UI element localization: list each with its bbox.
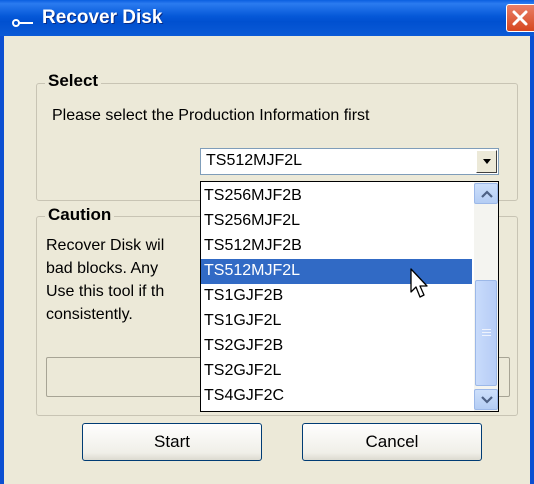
window-title: Recover Disk bbox=[42, 7, 163, 28]
grip-line bbox=[482, 335, 491, 336]
window-frame-right bbox=[530, 36, 534, 484]
dropdown-scrollbar[interactable] bbox=[474, 182, 498, 411]
caution-legend: Caution bbox=[45, 205, 115, 225]
recover-disk-window: Recover Disk Select Please select the Pr… bbox=[0, 0, 534, 484]
cancel-button[interactable]: Cancel bbox=[302, 423, 482, 461]
grip-line bbox=[482, 332, 491, 333]
caution-text-line: Recover Disk wil bbox=[46, 237, 165, 254]
mouse-pointer-icon bbox=[410, 268, 432, 305]
dropdown-option[interactable]: TS256MJF2L bbox=[201, 209, 472, 234]
scroll-down-button[interactable] bbox=[474, 389, 498, 410]
dropdown-option[interactable]: TS2GJF2L bbox=[201, 359, 472, 384]
dropdown-list[interactable]: TS256MJF2B TS256MJF2L TS512MJF2B TS512MJ… bbox=[200, 181, 499, 412]
dropdown-option[interactable]: TS1GJF2L bbox=[201, 309, 472, 334]
title-bar[interactable]: Recover Disk bbox=[0, 0, 534, 36]
window-frame-left bbox=[0, 36, 4, 484]
scroll-up-button[interactable] bbox=[474, 183, 498, 204]
production-info-combo[interactable]: TS512MJF2L bbox=[200, 148, 499, 175]
caution-text-line: consistently. bbox=[46, 306, 133, 323]
select-legend: Select bbox=[45, 71, 102, 91]
dropdown-option[interactable]: TS4GJF2C bbox=[201, 384, 472, 409]
combo-selected-value: TS512MJF2L bbox=[206, 152, 303, 169]
select-instruction: Please select the Production Information… bbox=[52, 107, 370, 124]
grip-line bbox=[482, 329, 491, 330]
key-icon bbox=[12, 14, 34, 27]
caution-text-line: Use this tool if th bbox=[46, 283, 165, 300]
combo-dropdown-button[interactable] bbox=[476, 150, 497, 173]
dropdown-option[interactable]: TS256MJF2B bbox=[201, 184, 472, 209]
start-button[interactable]: Start bbox=[82, 423, 262, 461]
caution-text-line: bad blocks. Any bbox=[46, 260, 159, 277]
dropdown-option[interactable]: TS512MJF2B bbox=[201, 234, 472, 259]
close-button[interactable] bbox=[506, 4, 534, 32]
scroll-thumb[interactable] bbox=[475, 280, 497, 386]
dropdown-option[interactable]: TS2GJF2B bbox=[201, 334, 472, 359]
